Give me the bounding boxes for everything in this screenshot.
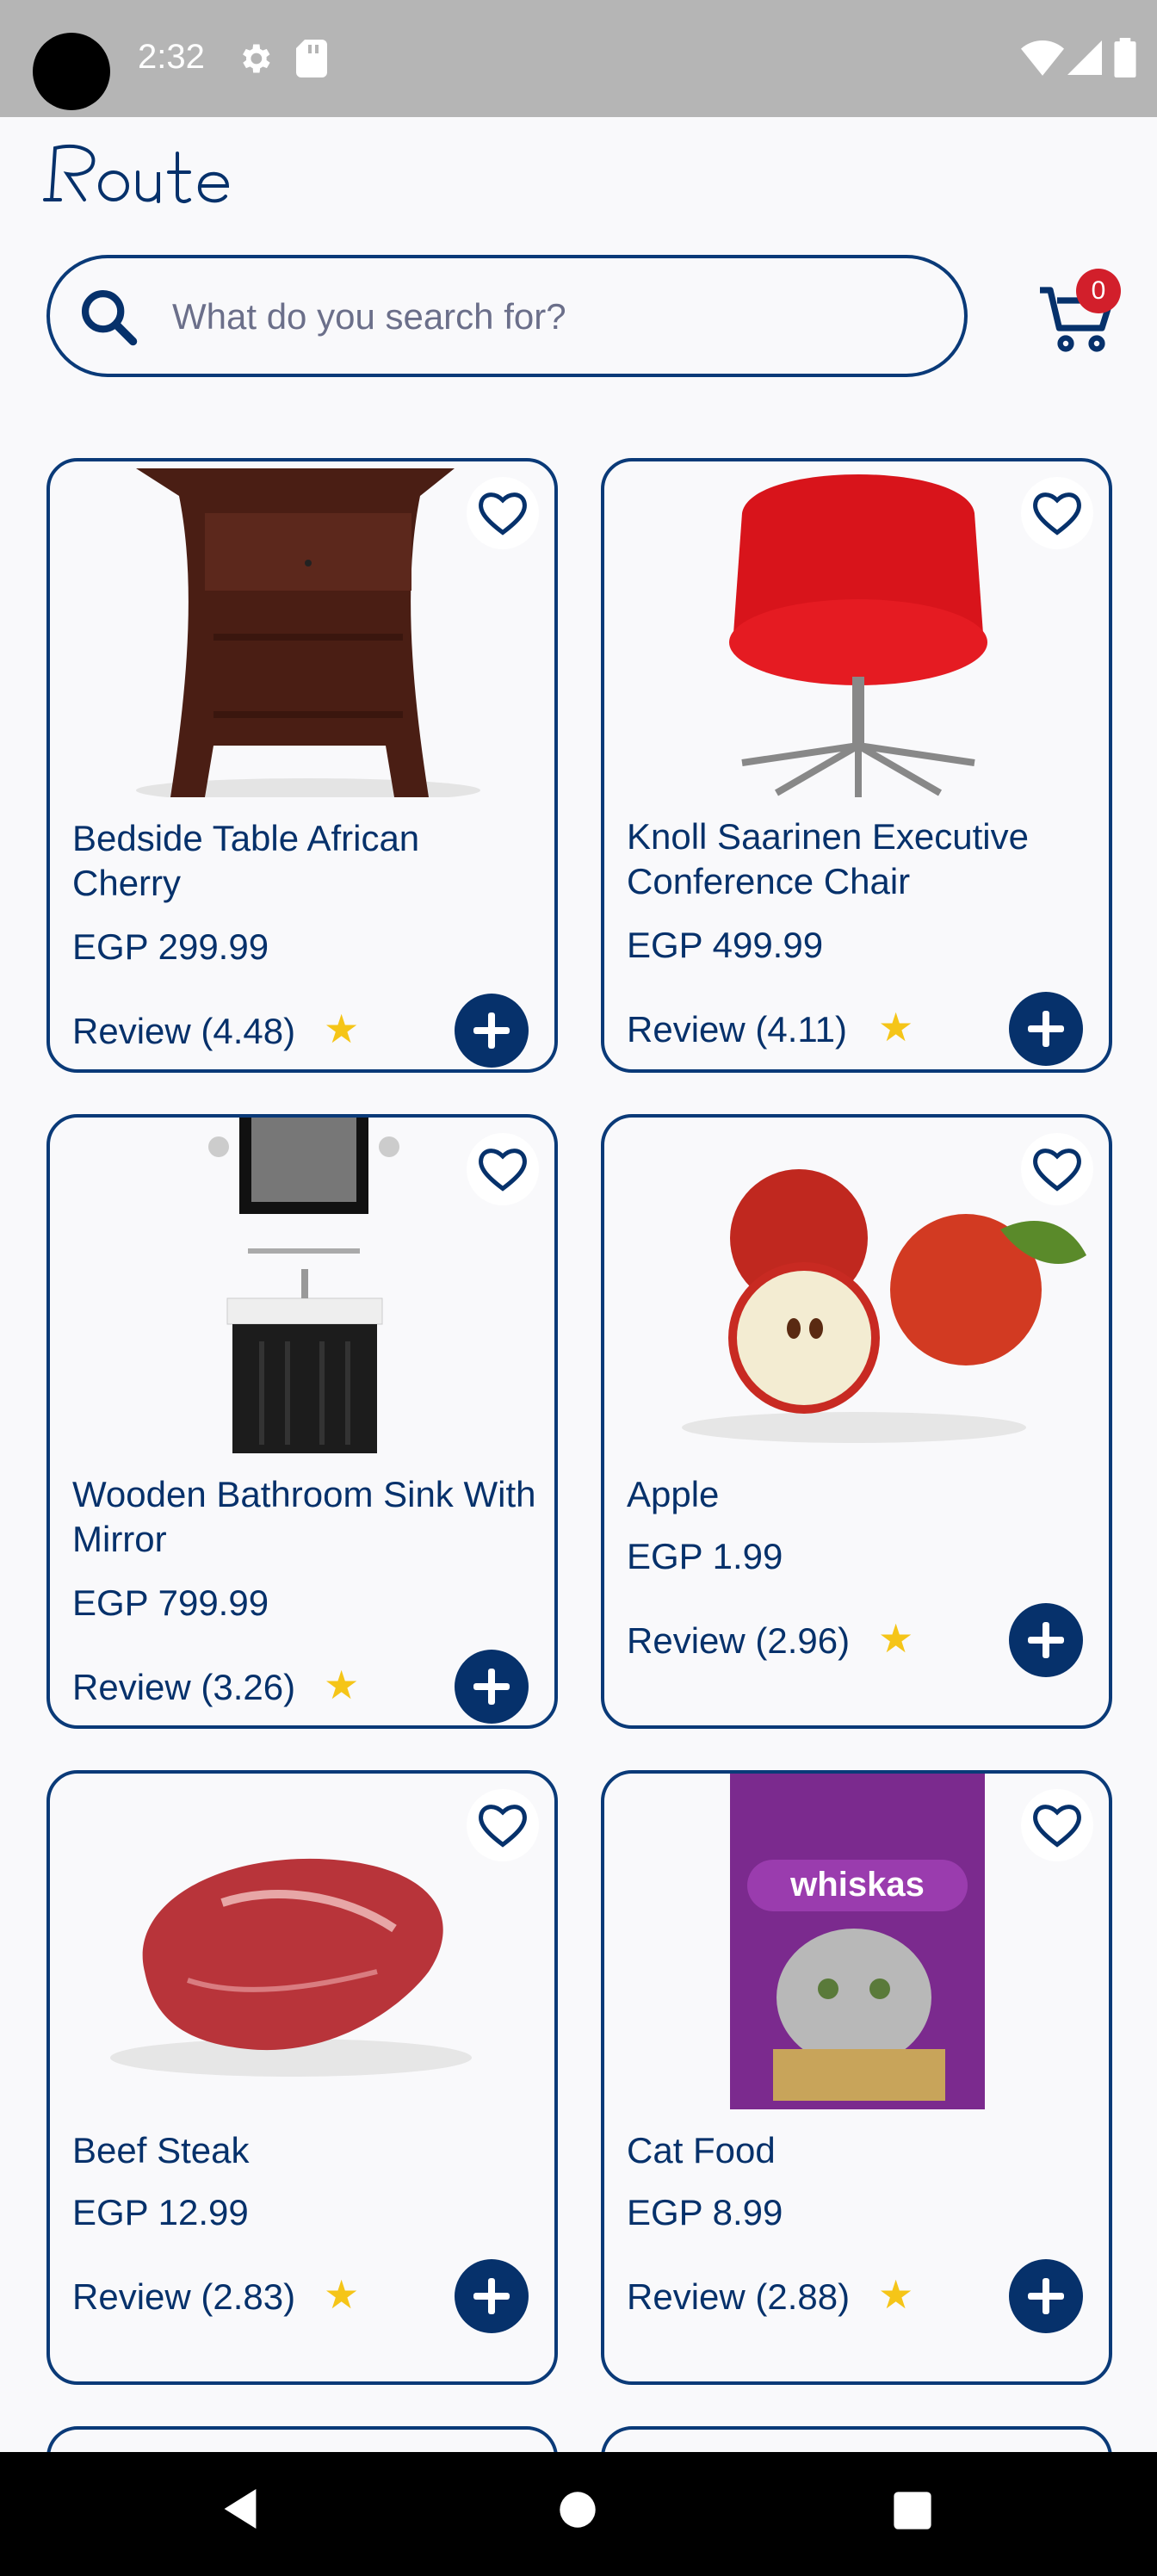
favorite-button[interactable]	[467, 477, 539, 549]
battery-icon	[1114, 38, 1136, 77]
camera-cutout	[33, 33, 110, 110]
product-title: Apple	[627, 1474, 720, 1514]
product-review: Review (2.88)	[627, 2276, 851, 2317]
heart-icon	[1033, 492, 1081, 536]
product-review: Review (2.83)	[72, 2276, 296, 2317]
route-logo	[43, 145, 230, 203]
status-bar: 2:32	[0, 0, 1157, 117]
product-card[interactable]: whiskas Cat Food EGP 8.99 Review (2.88) …	[601, 1770, 1112, 2385]
product-price: EGP 1.99	[627, 1536, 783, 1576]
heart-icon	[1033, 1805, 1081, 1848]
product-review: Review (3.26)	[72, 1667, 296, 1707]
favorite-button[interactable]	[1021, 1133, 1093, 1205]
favorite-button[interactable]	[467, 1789, 539, 1861]
add-to-cart-button[interactable]	[1009, 992, 1083, 1066]
whiskas-logo: whiskas	[789, 1866, 925, 1904]
star-icon: ★	[324, 1006, 360, 1051]
product-title: Bedside Table African Cherry	[72, 818, 420, 903]
product-price: EGP 299.99	[72, 926, 269, 967]
product-price: EGP 499.99	[627, 925, 824, 965]
add-to-cart-button[interactable]	[455, 994, 529, 1068]
star-icon: ★	[878, 1005, 914, 1050]
heart-icon	[479, 1805, 527, 1848]
status-time: 2:32	[138, 38, 205, 76]
product-title: Knoll Saarinen Executive Conference Chai…	[627, 816, 1029, 901]
heart-icon	[479, 1149, 527, 1192]
product-title: Wooden Bathroom Sink With Mirror	[72, 1474, 536, 1559]
heart-icon	[479, 492, 527, 536]
favorite-button[interactable]	[1021, 477, 1093, 549]
star-icon: ★	[878, 1616, 914, 1661]
add-to-cart-button[interactable]	[455, 2259, 529, 2333]
heart-icon	[1033, 1149, 1081, 1192]
star-icon: ★	[324, 2272, 360, 2317]
product-title: Cat Food	[627, 2130, 776, 2170]
recents-icon[interactable]	[892, 2490, 933, 2531]
product-card[interactable]: Knoll Saarinen Executive Conference Chai…	[601, 458, 1112, 1073]
product-review: Review (2.96)	[627, 1620, 851, 1661]
back-icon[interactable]	[220, 2486, 260, 2531]
favorite-button[interactable]	[1021, 1789, 1093, 1861]
product-price: EGP 8.99	[627, 2192, 783, 2232]
product-card[interactable]: Bedside Table African Cherry EGP 299.99 …	[46, 458, 558, 1073]
add-to-cart-button[interactable]	[1009, 1603, 1083, 1677]
signal-icon	[1067, 40, 1102, 75]
search-input[interactable]: What do you search for?	[46, 255, 968, 377]
search-placeholder: What do you search for?	[172, 296, 566, 337]
cart-count-badge: 0	[1076, 269, 1121, 313]
settings-icon	[243, 44, 270, 73]
product-title: Beef Steak	[72, 2130, 250, 2170]
add-to-cart-button[interactable]	[455, 1650, 529, 1724]
product-price: EGP 12.99	[72, 2192, 249, 2232]
product-price: EGP 799.99	[72, 1582, 269, 1623]
sd-card-icon	[296, 40, 327, 77]
product-review: Review (4.48)	[72, 1011, 296, 1051]
home-icon[interactable]	[558, 2490, 597, 2530]
search-icon	[81, 289, 138, 346]
star-icon: ★	[324, 1663, 360, 1707]
product-review: Review (4.11)	[627, 1009, 847, 1050]
product-card[interactable]: Wooden Bathroom Sink With Mirror EGP 799…	[46, 1114, 558, 1729]
wifi-icon	[1021, 40, 1064, 76]
add-to-cart-button[interactable]	[1009, 2259, 1083, 2333]
product-card[interactable]: Beef Steak EGP 12.99 Review (2.83) ★	[46, 1770, 558, 2385]
product-card[interactable]: Apple EGP 1.99 Review (2.96) ★	[601, 1114, 1112, 1729]
star-icon: ★	[878, 2272, 914, 2317]
system-nav-bar	[0, 2452, 1157, 2576]
favorite-button[interactable]	[467, 1133, 539, 1205]
